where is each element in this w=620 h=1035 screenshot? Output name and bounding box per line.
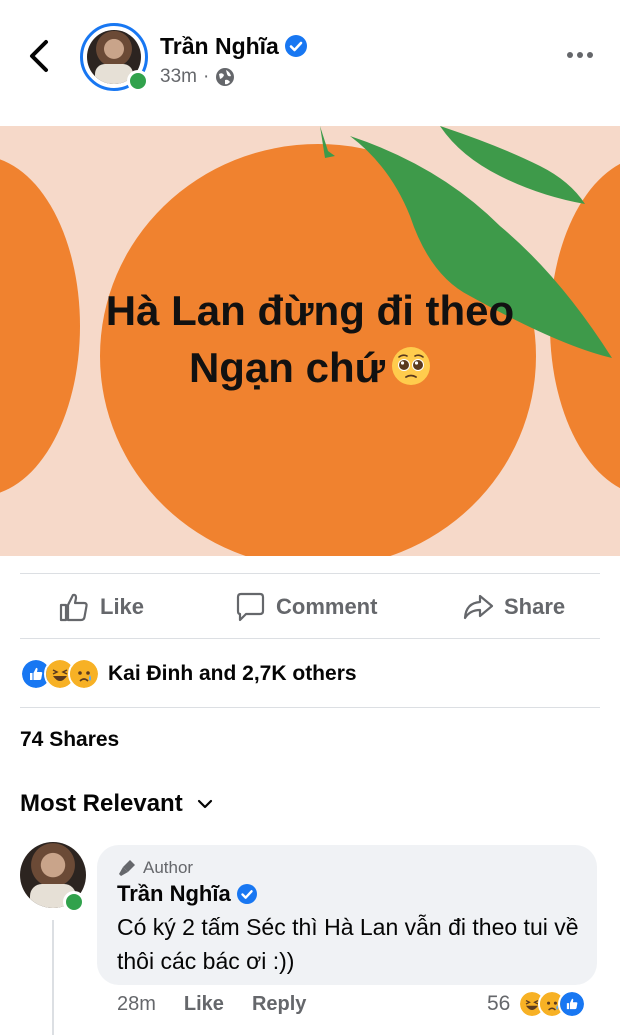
online-status-dot: [127, 70, 149, 92]
comment-thread-line: [52, 920, 54, 1035]
comment-reactions[interactable]: 56: [487, 990, 587, 1018]
more-options-icon[interactable]: [566, 44, 594, 66]
reactions-summary[interactable]: Kai Đinh and 2,7K others: [20, 658, 357, 690]
comment-bubble-icon: [236, 592, 265, 622]
post-time[interactable]: 33m: [160, 66, 197, 88]
reactions-text[interactable]: Kai Đinh and 2,7K others: [108, 662, 357, 686]
verified-badge-icon: [284, 35, 307, 57]
like-label: Like: [100, 594, 145, 619]
comment-button[interactable]: Comment: [234, 590, 377, 624]
comment-reaction-count: 56: [487, 992, 511, 1015]
comment-sort-dropdown[interactable]: Most Relevant: [20, 790, 213, 818]
comment-author[interactable]: Trần Nghĩa: [117, 881, 257, 907]
pleading-face-emoji-icon: [392, 347, 431, 385]
comment-time[interactable]: 28m: [117, 993, 156, 1016]
author-tag-label: Author: [143, 858, 194, 877]
microphone-icon: [119, 860, 135, 876]
comment-author-name[interactable]: Trần Nghĩa: [117, 881, 231, 906]
sort-label: Most Relevant: [20, 790, 183, 817]
share-button[interactable]: Share: [462, 590, 565, 624]
divider: [20, 638, 600, 639]
globe-icon: [216, 68, 235, 86]
divider: [20, 573, 600, 574]
comment-reply-button[interactable]: Reply: [252, 993, 306, 1016]
post-meta: 33m ·: [160, 66, 235, 88]
meta-separator: ·: [202, 66, 210, 87]
shares-count[interactable]: 74 Shares: [20, 728, 119, 752]
post-text-line-2-wrap: Ngạn chứ: [0, 339, 620, 396]
author-name[interactable]: Trần Nghĩa: [160, 33, 307, 60]
comment-label: Comment: [276, 594, 378, 619]
post-text-line-1: Hà Lan đừng đi theo: [105, 287, 515, 334]
chevron-down-icon: [197, 799, 212, 809]
like-button[interactable]: Like: [58, 590, 144, 624]
post-text: Hà Lan đừng đi theo Ngạn chứ: [0, 282, 620, 396]
share-arrow-icon: [463, 594, 494, 620]
back-arrow-icon[interactable]: [26, 38, 54, 74]
comment-online-dot: [63, 891, 85, 913]
comment-like-button[interactable]: Like: [184, 993, 224, 1016]
like-reaction-icon: [558, 990, 587, 1018]
author-tag: Author: [117, 858, 193, 878]
author-name-text[interactable]: Trần Nghĩa: [160, 33, 279, 59]
share-label: Share: [504, 594, 566, 619]
thumbs-up-icon: [59, 593, 88, 622]
comment-footer: 28m Like Reply: [117, 993, 306, 1016]
divider: [20, 707, 600, 708]
post-text-line-2: Ngạn chứ: [188, 344, 386, 391]
sad-reaction-icon: [68, 658, 100, 690]
comment-text: Có ký 2 tấm Séc thì Hà Lan vẫn đi theo t…: [117, 914, 579, 974]
verified-badge-icon: [236, 884, 257, 904]
